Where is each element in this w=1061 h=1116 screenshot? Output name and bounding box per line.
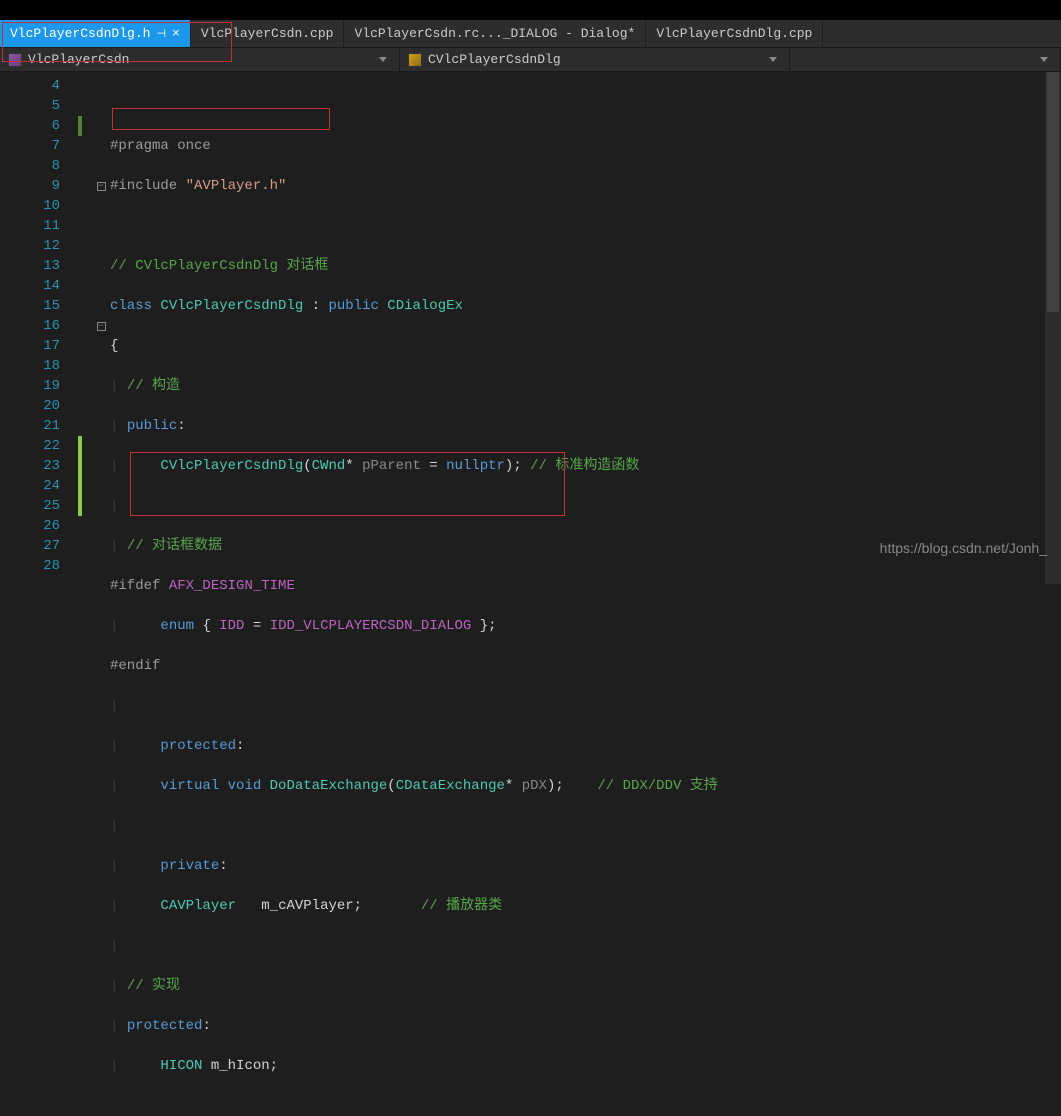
code-line[interactable]: |: [110, 816, 1061, 836]
code-line[interactable]: | protected:: [110, 736, 1061, 756]
code-line[interactable]: class CVlcPlayerCsdnDlg : public CDialog…: [110, 296, 1061, 316]
scope-class-dropdown[interactable]: CVlcPlayerCsdnDlg: [400, 48, 790, 71]
code-line[interactable]: |: [110, 936, 1061, 956]
tab-label: VlcPlayerCsdn.cpp: [201, 26, 334, 41]
code-editor[interactable]: 4567891011121314151617181920212223242526…: [0, 72, 1061, 584]
watermark: https://blog.csdn.net/Jonh_: [880, 540, 1047, 556]
class-icon: [408, 53, 422, 67]
tab-vlcplayercsdndlg-cpp[interactable]: VlcPlayerCsdnDlg.cpp: [646, 20, 823, 47]
scope-member-dropdown[interactable]: [790, 48, 1061, 71]
tab-vlcplayercsdn-rc-dialog[interactable]: VlcPlayerCsdn.rc..._DIALOG - Dialog*: [344, 20, 646, 47]
code-line[interactable]: #endif: [110, 656, 1061, 676]
code-line[interactable]: |: [110, 496, 1061, 516]
code-line[interactable]: #include "AVPlayer.h": [110, 176, 1061, 196]
code-line[interactable]: #pragma once: [110, 136, 1061, 156]
tab-label: VlcPlayerCsdnDlg.cpp: [656, 26, 812, 41]
close-icon[interactable]: ×: [172, 26, 180, 41]
chevron-down-icon: [769, 57, 777, 62]
document-tabs: VlcPlayerCsdnDlg.h ⊣ × VlcPlayerCsdn.cpp…: [0, 20, 1061, 48]
code-line[interactable]: #ifdef AFX_DESIGN_TIME: [110, 576, 1061, 596]
code-line[interactable]: | HICON m_hIcon;: [110, 1056, 1061, 1076]
title-bar: [0, 0, 1061, 20]
scope-label: CVlcPlayerCsdnDlg: [428, 52, 561, 67]
fold-gutter[interactable]: −−: [92, 72, 110, 584]
code-line[interactable]: [110, 96, 1061, 116]
code-line[interactable]: {: [110, 336, 1061, 356]
tab-vlcplayercsdn-cpp[interactable]: VlcPlayerCsdn.cpp: [191, 20, 345, 47]
code-line[interactable]: | virtual void DoDataExchange(CDataExcha…: [110, 776, 1061, 796]
code-area[interactable]: #pragma once #include "AVPlayer.h" // CV…: [110, 72, 1061, 584]
code-line[interactable]: | CAVPlayer m_cAVPlayer; // 播放器类: [110, 896, 1061, 916]
code-line[interactable]: | // 构造: [110, 376, 1061, 396]
project-icon: [8, 53, 22, 67]
tab-label: VlcPlayerCsdn.rc..._DIALOG - Dialog*: [354, 26, 635, 41]
code-line[interactable]: | CVlcPlayerCsdnDlg(CWnd* pParent = null…: [110, 456, 1061, 476]
navigation-bar: VlcPlayerCsdn CVlcPlayerCsdnDlg: [0, 48, 1061, 72]
code-line[interactable]: |: [110, 696, 1061, 716]
code-line[interactable]: | public:: [110, 416, 1061, 436]
code-line[interactable]: | enum { IDD = IDD_VLCPLAYERCSDN_DIALOG …: [110, 616, 1061, 636]
scope-label: VlcPlayerCsdn: [28, 52, 129, 67]
chevron-down-icon: [379, 57, 387, 62]
tab-vlcplayercsdndlg-h[interactable]: VlcPlayerCsdnDlg.h ⊣ ×: [0, 20, 191, 47]
chevron-down-icon: [1040, 57, 1048, 62]
scope-project-dropdown[interactable]: VlcPlayerCsdn: [0, 48, 400, 71]
change-marks: [78, 72, 92, 584]
scrollbar-thumb[interactable]: [1047, 72, 1059, 312]
code-line[interactable]: | // 实现: [110, 976, 1061, 996]
pin-icon[interactable]: ⊣: [156, 27, 166, 41]
code-line[interactable]: [110, 216, 1061, 236]
line-number-gutter: 4567891011121314151617181920212223242526…: [0, 72, 78, 584]
vertical-scrollbar[interactable]: [1045, 72, 1061, 584]
code-line[interactable]: // CVlcPlayerCsdnDlg 对话框: [110, 256, 1061, 276]
code-line[interactable]: | private:: [110, 856, 1061, 876]
tab-label: VlcPlayerCsdnDlg.h: [10, 26, 150, 41]
code-line[interactable]: | protected:: [110, 1016, 1061, 1036]
